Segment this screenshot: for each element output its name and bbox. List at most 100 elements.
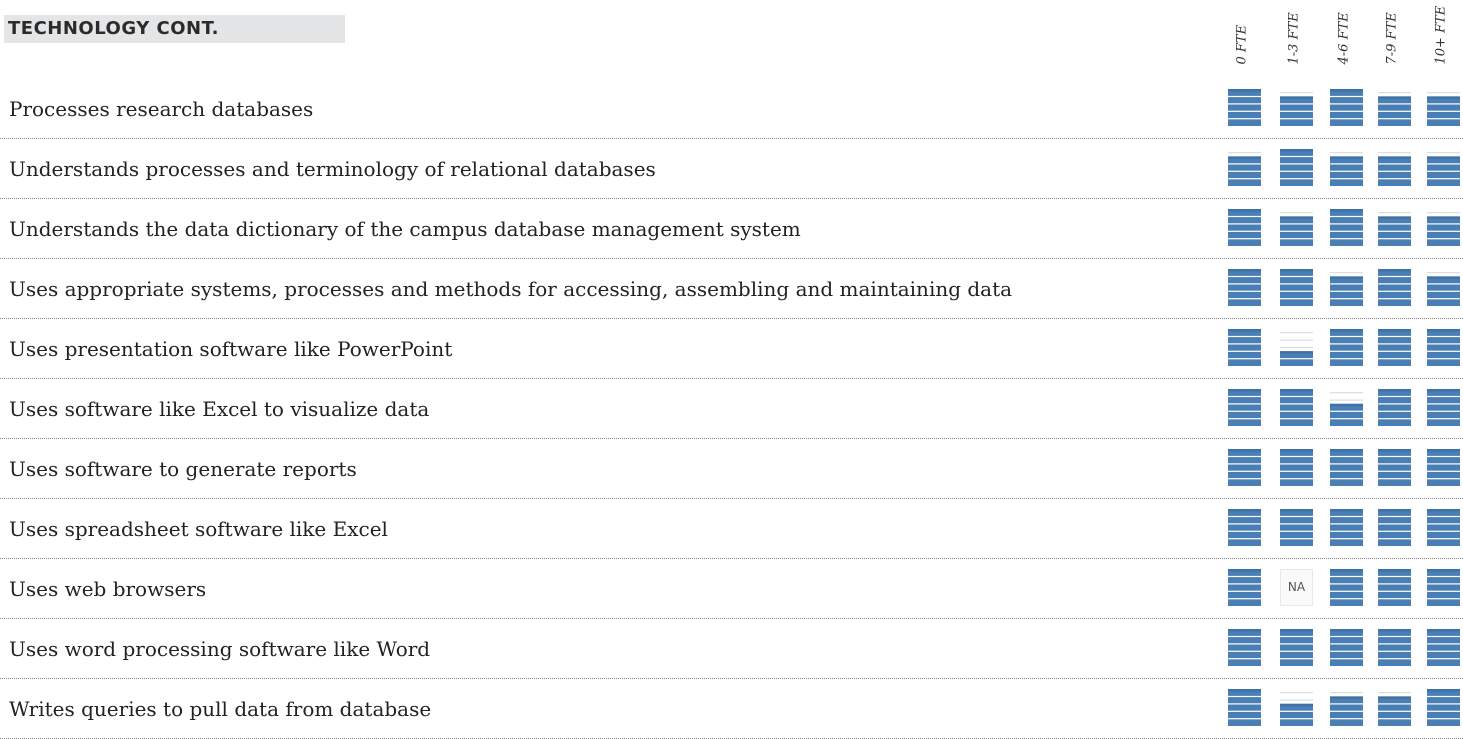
rating-gap bbox=[1378, 478, 1411, 480]
rating-cap bbox=[1228, 269, 1261, 272]
rating-gap bbox=[1378, 523, 1411, 525]
rating-gap bbox=[1228, 103, 1261, 105]
rating-fill bbox=[1427, 329, 1460, 366]
rating-gap bbox=[1228, 283, 1261, 285]
rating-cell bbox=[1427, 569, 1460, 606]
rating-gap bbox=[1378, 718, 1411, 720]
rating-gap bbox=[1228, 335, 1261, 338]
rating-gap bbox=[1330, 110, 1363, 112]
rating-gap bbox=[1228, 590, 1261, 592]
rating-cell bbox=[1330, 569, 1363, 606]
rating-bar bbox=[1427, 509, 1460, 546]
rating-gap bbox=[1330, 590, 1363, 592]
rating-gap bbox=[1378, 223, 1411, 225]
column-header-label: 4-6 FTE bbox=[1336, 12, 1352, 65]
rating-cell bbox=[1228, 629, 1261, 666]
rating-gap bbox=[1280, 178, 1313, 180]
rating-gap bbox=[1228, 298, 1261, 300]
column-header: 4-6 FTE bbox=[1330, 8, 1358, 72]
rating-cell bbox=[1280, 509, 1313, 546]
rating-gap bbox=[1228, 470, 1261, 472]
rating-bar bbox=[1330, 449, 1363, 486]
rating-empty-line bbox=[1427, 152, 1460, 154]
rating-gap bbox=[1280, 403, 1313, 405]
rating-empty-line bbox=[1280, 92, 1313, 94]
rating-gap bbox=[1330, 463, 1363, 465]
rating-cell bbox=[1330, 629, 1363, 666]
rating-bar bbox=[1280, 149, 1313, 186]
rating-cell bbox=[1280, 389, 1313, 426]
rating-fill bbox=[1427, 689, 1460, 726]
rating-gap bbox=[1280, 395, 1313, 398]
rating-gap bbox=[1427, 223, 1460, 225]
rating-cap bbox=[1228, 689, 1261, 692]
rating-bar bbox=[1427, 629, 1460, 666]
rating-gap bbox=[1427, 343, 1460, 345]
rating-gap bbox=[1378, 583, 1411, 585]
rating-gap bbox=[1427, 575, 1460, 578]
column-header-label: 7-9 FTE bbox=[1384, 12, 1400, 65]
rating-cell bbox=[1427, 329, 1460, 366]
rating-bar bbox=[1228, 689, 1261, 726]
rating-bar bbox=[1427, 449, 1460, 486]
rating-empty-line bbox=[1280, 212, 1313, 214]
rating-cell bbox=[1427, 89, 1460, 126]
rating-cap bbox=[1228, 449, 1261, 452]
rating-gap bbox=[1280, 283, 1313, 285]
rating-gap bbox=[1378, 230, 1411, 232]
rating-gap bbox=[1330, 230, 1363, 232]
row-label: Uses web browsers bbox=[9, 577, 207, 601]
rating-cell bbox=[1378, 329, 1411, 366]
rating-cap bbox=[1280, 269, 1313, 272]
rating-fill bbox=[1378, 449, 1411, 486]
rating-cell bbox=[1228, 689, 1261, 726]
rating-fill bbox=[1330, 403, 1363, 426]
rating-cap bbox=[1378, 509, 1411, 512]
rating-gap bbox=[1427, 710, 1460, 712]
rating-gap bbox=[1378, 635, 1411, 638]
rating-gap bbox=[1228, 463, 1261, 465]
rating-gap bbox=[1330, 650, 1363, 652]
rating-cap bbox=[1330, 696, 1363, 699]
rating-empty-line bbox=[1228, 152, 1261, 154]
rating-gap bbox=[1228, 230, 1261, 232]
rating-gap bbox=[1330, 283, 1363, 285]
rating-gap bbox=[1280, 523, 1313, 525]
column-header: 0 FTE bbox=[1228, 8, 1256, 72]
rating-bar bbox=[1427, 569, 1460, 606]
rating-bar bbox=[1280, 692, 1313, 726]
rating-gap bbox=[1228, 238, 1261, 240]
rating-cap bbox=[1330, 156, 1363, 159]
rating-cell bbox=[1330, 449, 1363, 486]
rating-gap bbox=[1228, 583, 1261, 585]
rating-cell bbox=[1330, 149, 1363, 186]
rating-cell bbox=[1378, 149, 1411, 186]
rating-cell bbox=[1228, 89, 1261, 126]
rating-cap bbox=[1330, 329, 1363, 332]
rating-fill bbox=[1280, 629, 1313, 666]
rating-cell bbox=[1427, 149, 1460, 186]
table-row: Understands the data dictionary of the c… bbox=[0, 199, 1463, 259]
rating-gap bbox=[1378, 703, 1411, 705]
column-header: 10+ FTE bbox=[1427, 6, 1455, 72]
rating-cell bbox=[1330, 269, 1363, 306]
rating-fill bbox=[1228, 269, 1261, 306]
rating-cell bbox=[1378, 509, 1411, 546]
rating-gap bbox=[1280, 530, 1313, 532]
rating-gap bbox=[1280, 170, 1313, 172]
rating-gap bbox=[1228, 635, 1261, 638]
rating-gap bbox=[1228, 163, 1261, 165]
rating-gap bbox=[1427, 298, 1460, 300]
rating-gap bbox=[1427, 598, 1460, 600]
rating-bar bbox=[1427, 272, 1460, 306]
rating-cap bbox=[1427, 629, 1460, 632]
rating-gap bbox=[1378, 298, 1411, 300]
rating-gap bbox=[1330, 703, 1363, 705]
rating-gap bbox=[1228, 223, 1261, 225]
rating-cap bbox=[1330, 509, 1363, 512]
rating-gap bbox=[1427, 410, 1460, 412]
rating-gap bbox=[1330, 170, 1363, 172]
rating-cap bbox=[1228, 329, 1261, 332]
rating-gap bbox=[1330, 530, 1363, 532]
rating-cell bbox=[1378, 629, 1411, 666]
